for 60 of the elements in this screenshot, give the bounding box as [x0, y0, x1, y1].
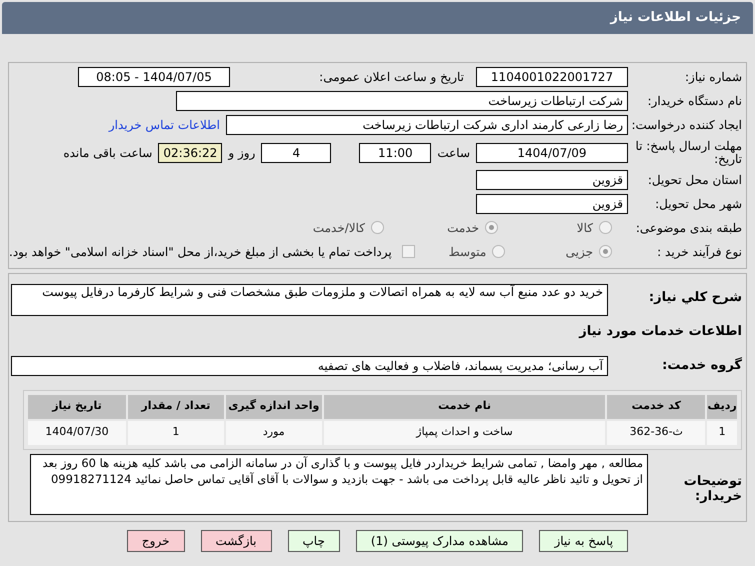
input-field[interactable]: قزوین: [476, 170, 628, 190]
countdown-field: 02:36:22: [158, 142, 222, 163]
table-cell: 1: [128, 420, 224, 444]
input-field[interactable]: 1404/07/09: [476, 142, 628, 163]
table-cell: 1404/07/30: [28, 420, 126, 444]
field-label: شرح کلي نياز:: [648, 289, 742, 307]
input-field[interactable]: 1104001022001727: [476, 67, 628, 88]
field-label: ایجاد کننده درخواست:: [634, 116, 742, 134]
input-field[interactable]: شرکت ارتباطات زیرساخت: [176, 91, 628, 112]
field-label: نام دستگاه خریدار:: [646, 93, 742, 110]
column-header: کد خدمت: [607, 394, 706, 418]
page-title: جزئیات اطلاعات نیاز: [610, 9, 741, 28]
radio-label: متوسط: [448, 244, 486, 261]
column-header: نام خدمت: [324, 394, 606, 418]
radio-label: کالا/خدمت: [312, 220, 365, 237]
table-cell: 1: [707, 420, 737, 444]
table-cell: ث-36-362: [607, 420, 706, 444]
column-header: تعداد / مقدار: [128, 394, 224, 418]
field-label: ساعت باقی مانده: [63, 144, 152, 162]
field-label: شهر محل تحویل:: [654, 196, 742, 213]
radio-button[interactable]: [371, 221, 384, 234]
checkbox[interactable]: [402, 245, 415, 258]
field-label: گروه خدمت:: [661, 356, 742, 375]
section-heading: اطلاعات خدمات مورد نیاز: [579, 323, 742, 341]
radio-button[interactable]: [599, 221, 612, 234]
input-field[interactable]: 1404/07/05 - 08:05: [78, 67, 230, 88]
input-field[interactable]: 11:00: [359, 142, 432, 163]
action-button[interactable]: بازگشت: [200, 530, 272, 552]
input-field[interactable]: قزوین: [476, 194, 628, 214]
action-button[interactable]: پاسخ به نیاز: [539, 530, 628, 552]
input-field[interactable]: رضا زارعی کارمند اداری شرکت ارتباطات زیرساخت: [226, 114, 628, 135]
field-label: استان محل تحویل:: [646, 172, 742, 190]
field-label: تاریخ و ساعت اعلان عمومی:: [318, 69, 465, 86]
radio-label: خدمت: [447, 220, 479, 237]
input-field[interactable]: 4: [261, 142, 332, 163]
column-header: تاریخ نیاز: [28, 394, 126, 418]
field-label: ساعت: [437, 144, 470, 162]
buyer-contact-link[interactable]: اطلاعات تماس خریدار: [108, 116, 220, 134]
radio-label: جزیی: [566, 244, 593, 261]
field-label: روز و: [228, 144, 256, 162]
table-cell: ساخت و احداث پمپاژ: [324, 420, 606, 444]
field-label: نوع فرآیند خرید :: [656, 244, 742, 261]
description-textarea[interactable]: خرید دو عدد منبع آب سه لایه به همراه اتصالات و ملزومات طبق مشخصات فنی و شرایط کارفرما درفایل پیوست: [11, 284, 608, 316]
field-label: شماره نیاز:: [684, 69, 742, 86]
action-button[interactable]: مشاهده مدارک پیوستی (1): [356, 530, 524, 552]
radio-button[interactable]: [492, 245, 506, 258]
field-label: توضیحات خریدار:: [682, 472, 742, 504]
input-field[interactable]: آب رسانی؛ مدیریت پسماند، فاضلاب و فعالیت های تصفیه: [11, 356, 608, 376]
table-cell: مورد: [226, 420, 322, 444]
field-label: مهلت ارسال پاسخ: تا تاریخ:: [634, 140, 742, 166]
checkbox-label: پرداخت تمام یا بخشی از مبلغ خرید،از محل "اسناد خزانه اسلامی" خواهد بود.: [9, 244, 392, 261]
notes-textarea[interactable]: مطالعه , مهر وامضا , تمامی شرایط خریداردر فایل پیوست و با گذاری آن در سامانه الزامی می باشد کلیه هزینه ها 60 روز بعد از تحویل و تائید ناظر عالیه قابل پرداخت می باشد - جهت بازدید و سوالات با آقای آقایی تماس حاصل نمائید 09918271124: [30, 454, 648, 514]
action-button[interactable]: چاپ: [288, 530, 340, 552]
radio-label: کالا: [576, 220, 593, 237]
field-label: طبقه بندی موضوعی:: [634, 220, 742, 237]
column-header: ردیف: [707, 394, 737, 418]
column-header: واحد اندازه گیری: [226, 394, 322, 418]
radio-button[interactable]: [485, 221, 498, 234]
radio-button[interactable]: [599, 245, 612, 258]
action-button[interactable]: خروج: [126, 530, 184, 552]
